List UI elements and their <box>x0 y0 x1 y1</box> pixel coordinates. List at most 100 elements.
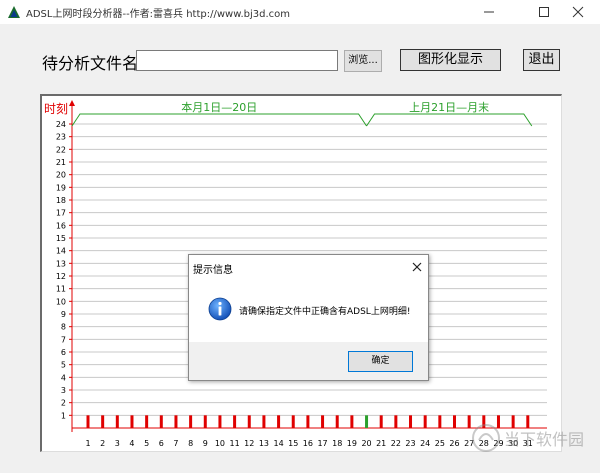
dialog-message: 请确保指定文件中正确含有ADSL上网明细! <box>239 307 411 317</box>
bar-day-4 <box>130 415 134 428</box>
x-tick-label: 3 <box>115 439 120 448</box>
bar-day-26 <box>453 415 456 428</box>
x-tick-label: 24 <box>420 439 430 448</box>
y-tick-label: 15 <box>56 234 66 243</box>
x-tick-label: 15 <box>288 439 298 448</box>
bar-day-18 <box>335 415 339 428</box>
y-tick-label: 11 <box>56 285 66 294</box>
browse-button[interactable]: 浏览... <box>344 50 382 72</box>
close-button[interactable] <box>555 0 600 24</box>
watermark-logo-icon <box>472 424 500 452</box>
window-title: ADSL上网时段分析器--作者:雷喜兵 http://www.bj3d.com <box>26 9 291 20</box>
x-tick-label: 9 <box>203 439 208 448</box>
x-tick-label: 26 <box>449 439 459 448</box>
y-tick-label: 21 <box>56 158 66 167</box>
bar-day-9 <box>203 415 207 428</box>
bar-day-15 <box>291 415 295 428</box>
maximize-icon <box>539 7 549 17</box>
x-tick-label: 1 <box>85 439 90 448</box>
bar-day-14 <box>277 415 281 428</box>
app-logo-icon <box>8 6 20 18</box>
y-tick-label: 17 <box>56 209 66 218</box>
x-tick-label: 16 <box>303 439 313 448</box>
bar-day-3 <box>115 415 119 428</box>
y-tick-label: 8 <box>61 323 66 332</box>
x-tick-label: 6 <box>159 439 164 448</box>
bar-day-22 <box>394 415 398 428</box>
y-tick-label: 4 <box>61 373 66 382</box>
bar-day-21 <box>379 415 383 428</box>
x-tick-label: 2 <box>100 439 105 448</box>
bar-day-10 <box>218 415 222 428</box>
bar-day-25 <box>438 415 442 428</box>
dialog-footer: 确定 <box>189 342 428 380</box>
y-tick-label: 16 <box>56 221 66 230</box>
x-tick-label: 4 <box>129 439 134 448</box>
bar-day-13 <box>262 415 266 428</box>
x-tick-label: 18 <box>332 439 342 448</box>
bar-day-23 <box>409 415 413 428</box>
ok-button[interactable]: 确定 <box>348 351 413 372</box>
y-tick-label: 10 <box>56 297 66 306</box>
bar-day-8 <box>189 415 193 428</box>
bracket-label-1: 本月1日—20日 <box>181 100 257 114</box>
dialog-title: 提示信息 <box>193 265 233 276</box>
x-tick-label: 13 <box>259 439 269 448</box>
x-tick-label: 14 <box>273 439 283 448</box>
x-tick-label: 12 <box>244 439 254 448</box>
bracket-label-2: 上月21日—月末 <box>409 100 489 114</box>
bar-day-1 <box>86 415 90 428</box>
bar-day-19 <box>350 415 354 428</box>
y-tick-label: 6 <box>61 348 66 357</box>
minimize-button[interactable] <box>466 0 512 24</box>
y-tick-label: 7 <box>61 335 66 344</box>
y-tick-label: 3 <box>61 386 66 395</box>
x-tick-label: 5 <box>144 439 149 448</box>
y-tick-label: 2 <box>61 399 66 408</box>
bar-day-17 <box>321 415 325 428</box>
app-window: ADSL上网时段分析器--作者:雷喜兵 http://www.bj3d.com … <box>0 0 600 473</box>
watermark-text: 当下软件园 <box>504 430 585 449</box>
y-tick-label: 13 <box>56 259 66 268</box>
close-icon <box>572 6 584 18</box>
info-dialog: 提示信息 请确保指定文件中正确含有ADSL上网明细! 确定 <box>188 254 429 381</box>
y-tick-label: 14 <box>56 247 66 256</box>
info-icon <box>208 297 232 321</box>
watermark: 当下软件园 <box>468 418 596 470</box>
x-tick-label: 17 <box>317 439 327 448</box>
y-tick-label: 24 <box>56 120 66 129</box>
y-tick-label: 9 <box>61 310 66 319</box>
y-tick-label: 5 <box>61 361 66 370</box>
title-bar: ADSL上网时段分析器--作者:雷喜兵 http://www.bj3d.com <box>0 0 600 24</box>
y-axis-label: 时刻 <box>44 102 68 116</box>
y-tick-label: 19 <box>56 183 66 192</box>
y-axis-arrow <box>69 100 75 106</box>
x-tick-label: 21 <box>376 439 386 448</box>
y-tick-label: 18 <box>56 196 66 205</box>
bar-day-11 <box>233 415 237 428</box>
x-tick-label: 8 <box>188 439 193 448</box>
exit-button[interactable]: 退出 <box>523 49 560 71</box>
x-tick-label: 23 <box>405 439 415 448</box>
graph-display-button[interactable]: 图形化显示 <box>400 49 501 71</box>
y-tick-label: 1 <box>61 411 66 420</box>
y-tick-label: 22 <box>56 145 66 154</box>
bar-day-7 <box>174 415 178 428</box>
bar-day-5 <box>145 415 149 428</box>
x-tick-label: 11 <box>230 439 240 448</box>
x-tick-label: 20 <box>361 439 371 448</box>
file-path-input[interactable] <box>136 50 338 71</box>
x-tick-label: 22 <box>391 439 401 448</box>
bar-day-20 <box>365 415 369 428</box>
x-tick-label: 19 <box>347 439 357 448</box>
x-tick-label: 7 <box>173 439 178 448</box>
bar-day-6 <box>159 415 163 428</box>
minimize-icon <box>484 11 494 13</box>
bar-day-2 <box>101 415 105 428</box>
x-tick-label: 25 <box>435 439 445 448</box>
bar-day-12 <box>247 415 251 428</box>
dialog-close-icon[interactable] <box>411 261 423 273</box>
y-tick-label: 12 <box>56 272 66 281</box>
bar-day-24 <box>423 415 427 428</box>
bar-day-16 <box>306 415 310 428</box>
